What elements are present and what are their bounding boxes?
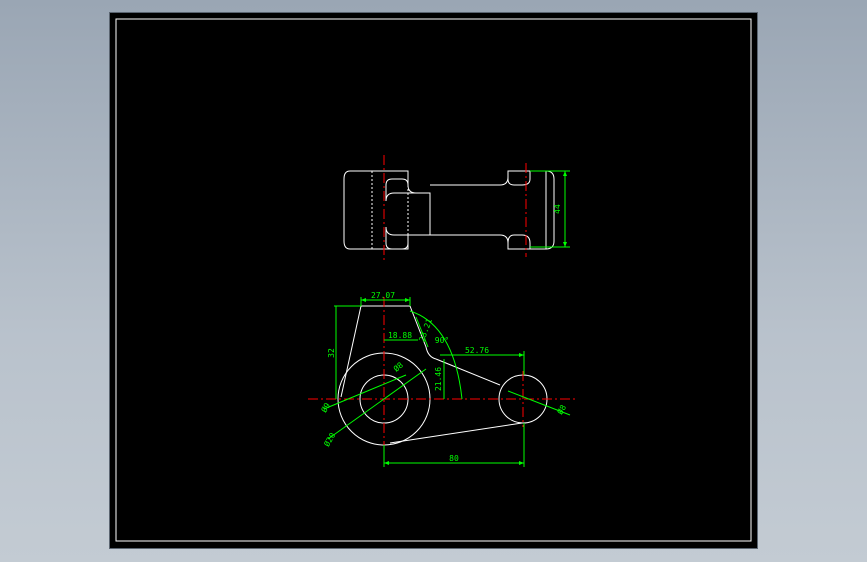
dim-label-center-distance: 80 — [449, 454, 459, 463]
dim-label-44: 44 — [553, 204, 562, 214]
top-view-right-notch — [507, 171, 531, 249]
dim-label-outer-diameter: Ø20 — [321, 431, 337, 449]
dim-label-angle: 90° — [435, 336, 449, 345]
dim-label-left-height: 32 — [327, 348, 336, 358]
dim-label-hole-diameter: Ø8 — [391, 360, 405, 374]
front-view-dimensions — [323, 297, 571, 467]
top-view-left-notch — [407, 171, 430, 249]
dim-label-boss-diameter: Ø9 — [319, 401, 333, 415]
cad-drawing: 44 27.07 32 18.88 23.21 90° 52.76 21.46 … — [115, 18, 752, 542]
dim-label-arm-length: 52.76 — [465, 346, 489, 355]
top-view-left-block — [343, 170, 431, 250]
drawing-canvas[interactable]: 44 27.07 32 18.88 23.21 90° 52.76 21.46 … — [110, 13, 757, 548]
dim-label-arm-height: 21.46 — [434, 367, 443, 391]
dim-label-top-width: 27.07 — [371, 291, 395, 300]
dimension-arrows — [361, 171, 567, 465]
top-view — [343, 170, 555, 250]
top-view-hidden-lines — [371, 171, 409, 249]
dim-overall-height — [530, 170, 570, 248]
dim-label-link-diameter: Ø8 — [555, 403, 569, 417]
dim-label-offset-width: 18.88 — [388, 331, 412, 340]
